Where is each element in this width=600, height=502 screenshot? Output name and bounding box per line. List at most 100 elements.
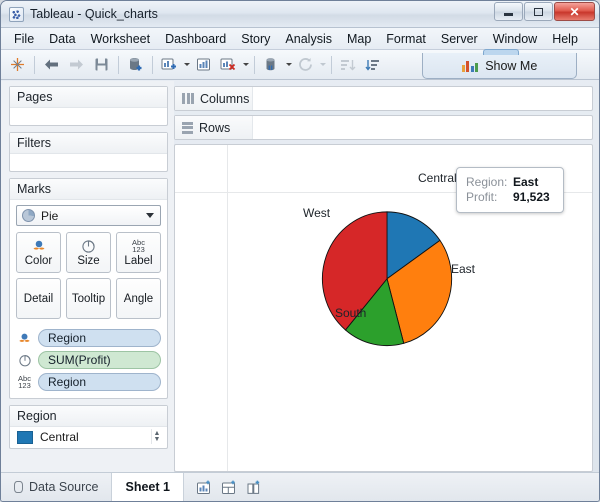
new-worksheet-icon[interactable]: [196, 480, 212, 495]
marks-color-button[interactable]: Color: [16, 232, 61, 273]
back-arrow-icon[interactable]: [40, 54, 63, 76]
marks-tooltip-button[interactable]: Tooltip: [66, 278, 111, 319]
pie-label-east: East: [451, 262, 476, 276]
chevron-down-icon: [146, 213, 154, 218]
tooltip-profit-line: Profit: 91,523: [466, 190, 554, 205]
legend-item-central[interactable]: Central ▲ ▼: [10, 427, 167, 448]
toolbar-separator: [118, 55, 119, 74]
sheet-tab-sheet1[interactable]: Sheet 1: [112, 473, 184, 501]
tooltip-region-value: East: [513, 175, 539, 189]
tooltip-profit-value: 91,523: [513, 190, 550, 204]
minimize-button[interactable]: [494, 2, 523, 21]
rows-shelf-label-area: Rows: [175, 116, 253, 139]
abc-123-icon: Abc 123: [132, 237, 145, 254]
marks-title: Marks: [10, 179, 167, 200]
toolbar: Show Me: [1, 49, 599, 80]
duplicate-sheet-icon[interactable]: [192, 54, 215, 76]
status-bar: Data Source Sheet 1: [1, 472, 599, 501]
filters-card: Filters: [9, 132, 168, 172]
refresh-icon[interactable]: [294, 54, 317, 76]
new-data-source-icon[interactable]: [124, 54, 147, 76]
marks-button-grid: Color Size Abc 123 Label Detail Tooltip …: [10, 232, 167, 325]
chevron-down-icon[interactable]: [243, 63, 249, 66]
menu-item-help[interactable]: Help: [545, 30, 585, 48]
chart-canvas[interactable]: Central East South West Region: East Pro…: [174, 144, 593, 472]
marks-detail-label: Detail: [23, 292, 54, 305]
database-icon: [14, 481, 23, 493]
color-icon: [16, 332, 33, 345]
close-button[interactable]: ✕: [554, 2, 595, 21]
pages-title: Pages: [10, 87, 167, 108]
chart-tooltip: Region: East Profit: 91,523: [456, 167, 564, 213]
menu-item-analysis[interactable]: Analysis: [278, 30, 339, 48]
chevron-down-icon[interactable]: [286, 63, 292, 66]
angle-icon: [16, 354, 33, 367]
legend-title: Region: [10, 406, 167, 427]
columns-shelf[interactable]: Columns: [174, 86, 593, 111]
columns-label: Columns: [200, 91, 250, 106]
maximize-button[interactable]: [524, 2, 553, 21]
marks-pill-angle-profit: SUM(Profit): [16, 351, 161, 369]
tableau-logo-icon[interactable]: [6, 54, 29, 76]
menu-item-file[interactable]: File: [7, 30, 41, 48]
save-icon[interactable]: [90, 54, 113, 76]
legend-swatch-central: [17, 430, 33, 444]
chevron-down-icon: [320, 63, 326, 66]
marks-detail-button[interactable]: Detail: [16, 278, 61, 319]
pill-sum-profit[interactable]: SUM(Profit): [38, 351, 161, 369]
view-area: Columns Rows Central East South West Reg…: [174, 81, 599, 472]
pie-slices[interactable]: [322, 211, 453, 347]
chevron-down-icon[interactable]: [184, 63, 190, 66]
clear-filters-icon[interactable]: [260, 54, 283, 76]
new-story-icon[interactable]: [246, 480, 262, 495]
forward-arrow-icon[interactable]: [65, 54, 88, 76]
mark-type-label: Pie: [41, 208, 59, 223]
new-dashboard-icon[interactable]: [221, 480, 237, 495]
sort-descending-icon[interactable]: [362, 54, 385, 76]
marks-angle-label: Angle: [123, 292, 154, 305]
marks-pill-list: Region SUM(Profit) Abc 123 Region: [10, 325, 167, 398]
pill-region-color[interactable]: Region: [38, 329, 161, 347]
tooltip-profit-key: Profit:: [466, 190, 498, 204]
toolbar-separator: [34, 55, 35, 74]
rows-shelf[interactable]: Rows: [174, 115, 593, 140]
menu-item-format[interactable]: Format: [379, 30, 433, 48]
clear-sheet-icon[interactable]: [217, 54, 240, 76]
menu-item-dashboard[interactable]: Dashboard: [158, 30, 233, 48]
marks-size-label: Size: [77, 254, 100, 267]
abc-123-icon: Abc 123: [18, 373, 31, 390]
pill-region-label[interactable]: Region: [38, 373, 161, 391]
menu-item-window[interactable]: Window: [486, 30, 544, 48]
new-object-buttons: [184, 473, 274, 501]
pie-label-west: West: [303, 206, 331, 220]
menu-item-story[interactable]: Story: [234, 30, 277, 48]
filters-title: Filters: [10, 133, 167, 154]
toolbar-separator: [254, 55, 255, 74]
marks-angle-button[interactable]: Angle: [116, 278, 161, 319]
menu-bar: File Data Worksheet Dashboard Story Anal…: [1, 28, 599, 50]
menu-item-worksheet[interactable]: Worksheet: [84, 30, 158, 48]
menu-item-data[interactable]: Data: [42, 30, 82, 48]
show-me-button[interactable]: Show Me: [422, 49, 577, 79]
region-legend-card: Region Central ▲ ▼: [9, 405, 168, 449]
menu-item-server[interactable]: Server: [434, 30, 485, 48]
sort-ascending-icon[interactable]: [337, 54, 360, 76]
pages-card: Pages: [9, 86, 168, 126]
mark-type-dropdown[interactable]: Pie: [16, 205, 161, 226]
rows-label: Rows: [199, 120, 231, 135]
data-source-tab[interactable]: Data Source: [1, 473, 113, 501]
marks-pill-label-region: Abc 123 Region: [16, 373, 161, 391]
sheet-tab-label: Sheet 1: [125, 480, 170, 494]
title-bar: Tableau - Quick_charts ✕: [1, 1, 599, 28]
menu-item-map[interactable]: Map: [340, 30, 378, 48]
restore-icon: [534, 7, 543, 16]
toolbar-separator: [331, 55, 332, 74]
filters-drop-zone[interactable]: [10, 154, 167, 171]
marks-pill-color-region: Region: [16, 329, 161, 347]
new-worksheet-icon[interactable]: [158, 54, 181, 76]
marks-tooltip-label: Tooltip: [71, 292, 106, 305]
marks-size-button[interactable]: Size: [66, 232, 111, 273]
marks-label-button[interactable]: Abc 123 Label: [116, 232, 161, 273]
pages-drop-zone[interactable]: [10, 108, 167, 125]
legend-scroll-spinner[interactable]: ▲ ▼: [151, 429, 162, 444]
